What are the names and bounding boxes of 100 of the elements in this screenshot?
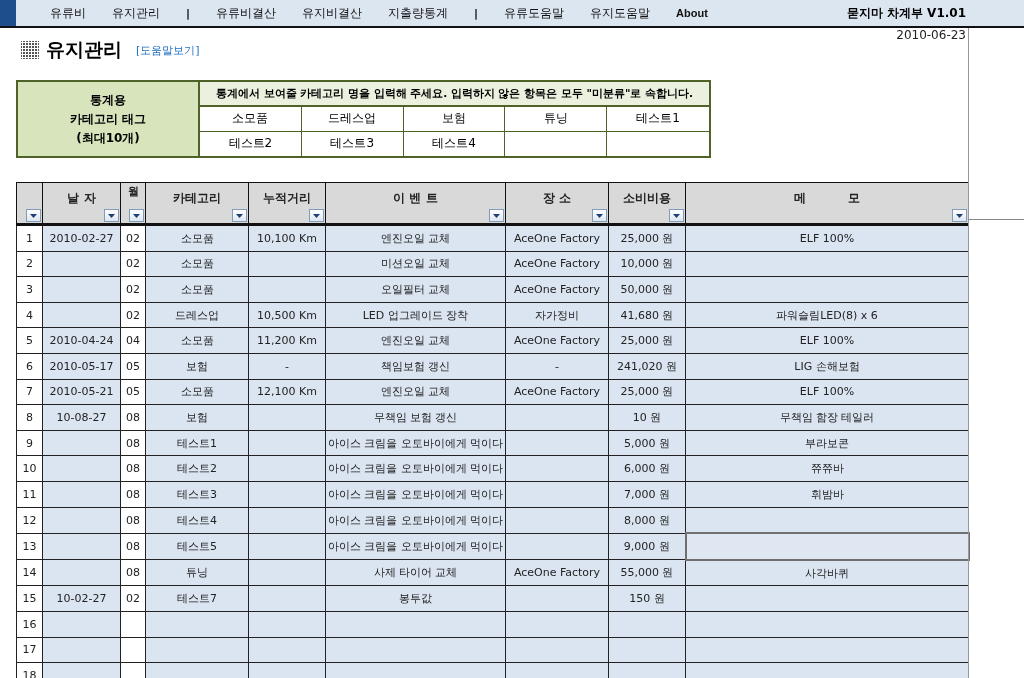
nav-link[interactable]: 유지관리 [112, 4, 160, 22]
table-cell: 08 [126, 410, 140, 424]
table-cell[interactable] [685, 507, 969, 534]
table-cell: 아이스 크림을 오토바이에게 먹이다 [327, 487, 504, 501]
table-cell: 테스트1 [177, 436, 217, 450]
help-link[interactable]: [도움말보기] [136, 42, 200, 58]
table-cell: 2010-05-21 [49, 385, 114, 399]
table-cell: 소모품 [180, 231, 214, 245]
table-cell[interactable]: LIG 손해보험 [685, 353, 969, 380]
table-cell: 아이스 크림을 오토바이에게 먹이다 [327, 539, 504, 553]
table-cell: 소모품 [180, 334, 214, 348]
row-number: 11 [22, 487, 37, 501]
nav-link[interactable]: 유류비결산 [216, 4, 277, 22]
table-cell: 테스트7 [177, 592, 217, 606]
table-cell: AceOne Factory [513, 231, 601, 245]
filter-dropdown[interactable] [669, 209, 684, 222]
column-header: 누적거리 [263, 189, 311, 207]
tag-name[interactable]: 튜닝 [543, 110, 568, 128]
table-cell: - [285, 359, 289, 373]
nav-link[interactable]: About [676, 7, 708, 19]
caret-icon [956, 213, 963, 218]
tag-name[interactable]: 테스트4 [432, 135, 476, 153]
table-cell[interactable] [685, 276, 969, 303]
filter-dropdown[interactable] [104, 209, 119, 222]
table-cell: 소모품 [180, 283, 214, 296]
table-cell[interactable]: 쮸쮸바 [685, 455, 969, 482]
table-cell: AceOne Factory [513, 566, 601, 580]
table-cell: 봉투값 [399, 592, 432, 606]
table-cell: 08 [126, 566, 140, 580]
table-cell: 엔진오일 교체 [380, 334, 451, 348]
table-cell: 튜닝 [186, 566, 208, 580]
table-cell[interactable]: ELF 100% [685, 327, 969, 354]
table-cell: 테스트5 [177, 539, 217, 553]
selected-cell[interactable] [685, 533, 969, 560]
row-number: 3 [26, 283, 33, 296]
table-cell[interactable]: 파워슬림LED(8) x 6 [685, 302, 969, 328]
table-cell: 사제 타이어 교체 [373, 566, 458, 580]
table-cell: 아이스 크림을 오토바이에게 먹이다 [327, 513, 504, 527]
table-cell[interactable]: ELF 100% [685, 379, 969, 405]
table-cell: 8,000 원 [624, 513, 670, 527]
table-cell: 아이스 크림을 오토바이에게 먹이다 [327, 436, 504, 450]
table-cell: 25,000 원 [620, 385, 674, 399]
row-number: 16 [22, 617, 37, 631]
table-cell[interactable]: 휘밤바 [685, 481, 969, 508]
filter-dropdown[interactable] [26, 209, 41, 222]
tag-name[interactable]: 소모품 [232, 110, 269, 128]
table-cell[interactable]: 사각바퀴 [685, 559, 969, 586]
table-cell: 5,000 원 [624, 436, 670, 450]
row-number: 5 [26, 334, 33, 348]
filter-dropdown[interactable] [952, 209, 967, 222]
nav-link[interactable]: 지출량통계 [388, 4, 449, 22]
table-cell: AceOne Factory [513, 283, 601, 296]
tag-name[interactable]: 테스트2 [228, 135, 273, 153]
row-number: 1 [26, 231, 33, 245]
table-cell[interactable] [685, 637, 969, 663]
caret-icon [673, 213, 680, 218]
tag-name[interactable]: 테스트3 [330, 135, 374, 153]
table-cell: 02 [126, 257, 140, 271]
table-cell[interactable]: 부라보콘 [685, 430, 969, 456]
filter-dropdown[interactable] [592, 209, 607, 222]
table-cell[interactable] [685, 251, 969, 277]
filter-dropdown[interactable] [232, 209, 247, 222]
caret-icon [30, 213, 37, 218]
column-header: 월 [127, 183, 139, 199]
tag-name[interactable]: 보험 [442, 110, 466, 128]
table-cell[interactable] [685, 611, 969, 637]
column-header: 카테고리 [173, 189, 221, 207]
row-number: 6 [26, 359, 33, 373]
nav-link[interactable]: 유지도움말 [590, 4, 651, 22]
table-cell: 드레스업 [175, 308, 219, 322]
row-number: 12 [22, 513, 37, 527]
caret-icon [493, 213, 500, 218]
table-cell: 10,100 Km [257, 231, 317, 245]
filter-dropdown[interactable] [489, 209, 504, 222]
table-cell[interactable] [685, 585, 969, 612]
table-cell: 02 [126, 283, 140, 296]
date-label: 2010-06-23 [896, 28, 966, 42]
filter-dropdown[interactable] [129, 209, 144, 222]
corner-block [0, 0, 16, 26]
table-cell: 보험 [186, 359, 208, 373]
table-cell: LED 업그레이드 장착 [362, 308, 469, 322]
table-cell: AceOne Factory [513, 385, 601, 399]
table-cell[interactable]: 무책임 함장 테일러 [685, 404, 969, 431]
table-cell: 12,100 Km [257, 385, 317, 399]
table-cell: 55,000 원 [620, 566, 674, 580]
filter-dropdown[interactable] [309, 209, 324, 222]
tag-name[interactable]: 테스트1 [636, 110, 680, 128]
nav-link[interactable]: 유류도움말 [504, 4, 565, 22]
column-header: 날 자 [67, 189, 96, 207]
app-title: 묻지마 차계부 V1.01 [846, 4, 966, 22]
tag-name[interactable]: 드레스업 [328, 110, 377, 128]
row-number: 17 [22, 643, 37, 657]
table-cell: 25,000 원 [620, 231, 674, 245]
table-cell: 41,680 원 [620, 308, 674, 322]
table-cell[interactable]: ELF 100% [685, 224, 969, 252]
column-header: 이 벤 트 [393, 189, 438, 207]
nav-link[interactable]: 유류비 [50, 4, 86, 22]
nav-link[interactable]: 유지비결산 [302, 4, 363, 22]
row-number: 14 [22, 566, 37, 580]
table-cell: 02 [126, 308, 140, 322]
